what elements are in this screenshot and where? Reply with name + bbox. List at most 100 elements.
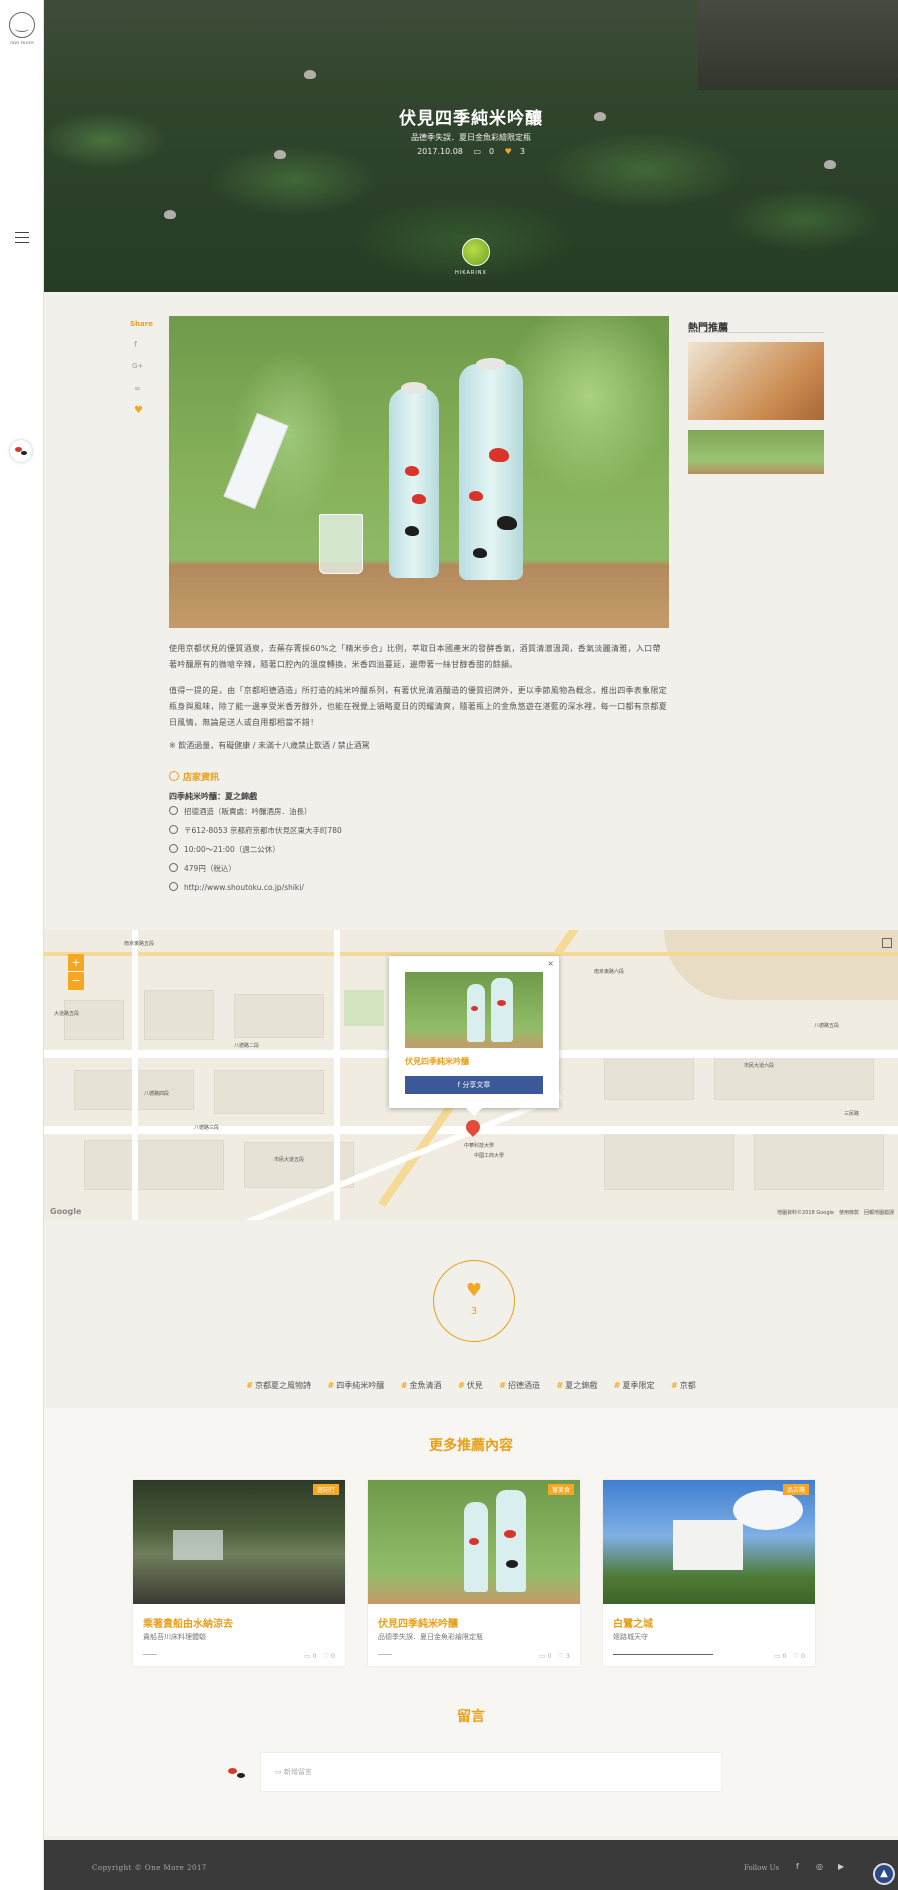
recommend-card[interactable]: 遊記行 乘著貴船由水納涼去 貴船苔川床料理體驗 ▭ 0 ♡ 0 [133,1480,345,1666]
like-share-icon[interactable]: ♥ [134,405,143,416]
google-plus-share-icon[interactable]: G+ [132,362,143,370]
copyright-text: Copyright © One More 2017 [92,1864,207,1872]
goldfish-red [489,448,509,462]
map-area [664,930,898,1000]
map-label: 市民大道六段 [744,1063,775,1069]
facebook-share-button[interactable]: f 分享文章 [405,1076,543,1094]
tag-link[interactable]: 四季純米吟釀 [328,1381,385,1390]
zoom-in-button[interactable]: + [68,954,84,972]
user-avatar-icon [224,1760,250,1786]
tag-link[interactable]: 京都 [671,1381,696,1390]
card-title[interactable]: 伏見四季純米吟釀 [378,1615,458,1630]
card-divider [613,1654,713,1655]
author-name[interactable]: HIKARINX [44,270,898,276]
map-label: 南京東路五段 [124,941,155,947]
page-subtitle: 品德季失誤．夏日金魚彩繪限定瓶 [411,133,531,142]
map-credit[interactable]: 地圖資料©2018 Google 使用條款 回報地圖錯誤 [777,1209,894,1216]
hot-pick-image[interactable] [688,430,824,474]
card-subtitle: 品德季失誤．夏日金魚彩繪限定瓶 [378,1633,483,1641]
goldfish-red [469,491,483,501]
store-website-row[interactable]: http://www.shoutoku.co.jp/shiki/ [169,882,304,892]
map-label: 市民大道五段 [274,1157,305,1163]
youtube-icon[interactable]: ▶ [838,1862,844,1871]
logo-text: one more [10,40,34,46]
shop-icon [169,806,178,815]
post-meta: 2017.10.08 ▭ 0 ♥ 3 [44,147,898,156]
popup-close-icon[interactable]: × [547,959,554,968]
map-block [214,1070,324,1114]
info-icon [169,771,179,781]
map-label: 大道路五段 [54,1011,80,1017]
author-avatar[interactable] [462,238,490,266]
goldfish-black [473,548,487,558]
like-button[interactable] [433,1260,515,1342]
hot-picks-divider [688,332,824,333]
map-road [334,930,340,1220]
comment-title: 留言 [457,1709,485,1725]
store-price-row: 479円（稅込） [169,863,236,874]
sake-bottle [459,364,523,580]
map-block [754,1130,884,1190]
store-hours-row: 10:00～21:00（週二公休） [169,844,280,855]
card-title[interactable]: 白鷺之城 [613,1615,653,1630]
location-icon [169,825,178,834]
store-name-row: 招德酒造（販賣處：吟釀酒房．油長） [169,806,312,817]
instagram-icon[interactable]: ◎ [816,1862,823,1871]
map-block [604,1130,734,1190]
back-to-top-button[interactable]: ▲ [873,1863,895,1885]
bottle-cap [401,382,427,394]
tag-link[interactable]: 京都夏之風物詩 [246,1381,311,1390]
card-title[interactable]: 乘著貴船由水納涼去 [143,1615,233,1630]
card-stats: ▭ 0 ♡ 3 [539,1652,570,1660]
map-label: 八德路四段 [144,1091,170,1097]
logo-icon[interactable] [9,12,35,38]
fullscreen-icon[interactable] [882,938,892,948]
facebook-share-icon[interactable]: f [134,340,137,349]
heart-icon: ♥ [504,147,512,156]
post-date: 2017.10.08 [417,147,463,156]
link-share-icon[interactable]: ∞ [134,384,141,393]
article-paragraph: 使用京都伏見的優質酒泉，去蕪存菁採60%之「精米歩合」比例，萃取日本國產米的發酵… [169,644,661,669]
facebook-icon[interactable]: f [796,1862,799,1871]
hero-banner: 伏見四季純米吟釀 品德季失誤．夏日金魚彩繪限定瓶 2017.10.08 ▭ 0 ♥… [44,0,898,292]
article-main-image [169,316,669,628]
recommend-title: 更多推薦內容 [429,1438,513,1454]
map-block [84,1140,224,1190]
card-image [133,1480,345,1604]
tag-link[interactable]: 伏見 [458,1381,483,1390]
card-image [368,1480,580,1604]
popup-title[interactable]: 伏見四季純米吟釀 [405,1056,469,1067]
map[interactable]: 南京東路五段 八德路四段 八德路三段 市民大道六段 南京東路六段 八德路五段 中… [44,930,898,1220]
page-title: 伏見四季純米吟釀 [399,109,543,129]
map-label: 南京東路六段 [594,969,625,975]
sake-glass [319,514,363,574]
alcohol-notice: ※ 飲酒過量，有礙健康 / 未滿十八歲禁止飲酒 / 禁止酒駕 [169,741,370,750]
store-address-row: 〒612-8053 京都府京都市伏見区東大手町780 [169,825,342,836]
map-block [64,1000,124,1040]
recommend-card[interactable]: 嘗美食 伏見四季純米吟釀 品德季失誤．夏日金魚彩繪限定瓶 ▭ 0 ♡ 3 [368,1480,580,1666]
hot-pick-image[interactable] [688,342,824,420]
card-category-badge: 嘗美食 [547,1484,574,1495]
follow-us-label: Follow Us [744,1864,780,1872]
goldfish-icon[interactable] [10,440,32,462]
card-stats: ▭ 0 ♡ 0 [304,1652,335,1660]
tag-link[interactable]: 招德酒造 [499,1381,540,1390]
tag-link[interactable]: 夏之錦戲 [557,1381,598,1390]
hamburger-menu-icon[interactable] [15,232,29,243]
card-image [603,1480,815,1604]
heart-icon: ♥ [465,1280,483,1301]
map-zoom-control: + − [68,954,84,990]
map-info-popup: × 伏見四季純米吟釀 f 分享文章 [389,956,559,1116]
tag-link[interactable]: 金魚清酒 [401,1381,442,1390]
tag-link[interactable]: 夏季限定 [614,1381,655,1390]
comment-input[interactable]: ▭ 新增留言 [260,1752,722,1792]
card-category-badge: 遊記行 [312,1484,339,1495]
recommend-card[interactable]: 品古蹟 白鷺之城 姬路城天守 ▭ 0 ♡ 0 [603,1480,815,1666]
footer: Copyright © One More 2017 Follow Us f ◎ … [44,1840,898,1890]
like-total: 3 [470,1306,478,1317]
clock-icon [169,844,178,853]
goldfish-red [405,466,419,476]
card-divider [143,1654,157,1655]
comment-icon: ▭ [473,147,481,156]
zoom-out-button[interactable]: − [68,972,84,990]
